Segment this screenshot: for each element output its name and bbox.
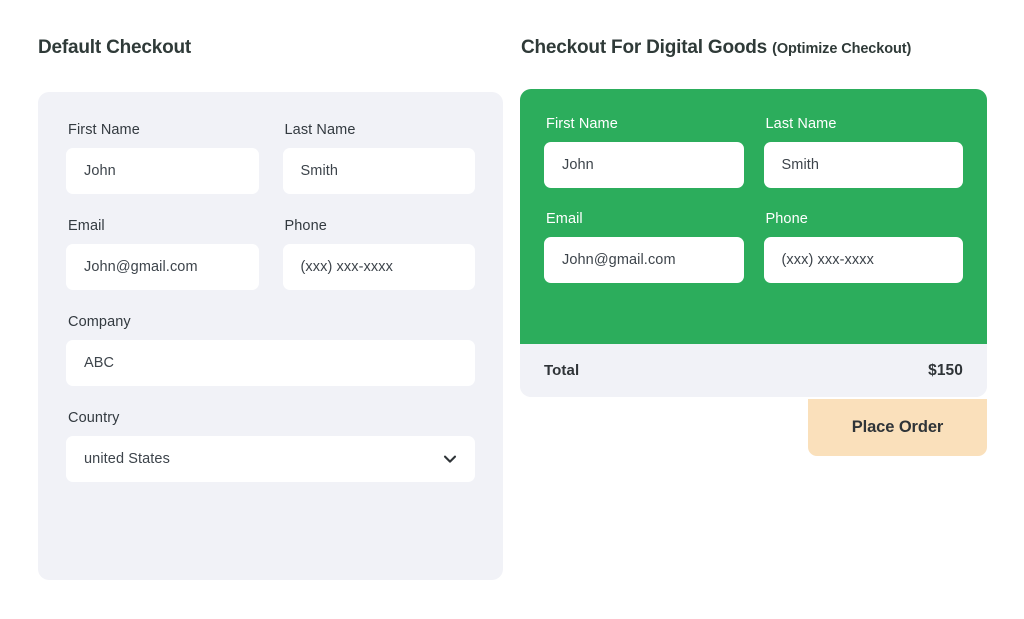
last-name-field-group: Last Name Smith: [283, 122, 476, 194]
phone-label: Phone: [285, 218, 476, 234]
last-name-label: Last Name: [285, 122, 476, 138]
opt-phone-label: Phone: [766, 211, 964, 227]
opt-phone-value: (xxx) xxx-xxxx: [782, 252, 874, 268]
order-total-label: Total: [544, 362, 579, 379]
contact-field-row: Email John@gmail.com Phone (xxx) xxx-xxx…: [66, 218, 475, 290]
country-value: united States: [84, 451, 170, 467]
opt-last-name-input[interactable]: Smith: [764, 142, 964, 188]
company-field-group: Company ABC: [66, 314, 475, 386]
opt-email-input[interactable]: John@gmail.com: [544, 237, 744, 283]
order-total-value: $150: [928, 362, 963, 380]
last-name-input[interactable]: Smith: [283, 148, 476, 194]
optimized-checkout-heading-suffix: (Optimize Checkout): [772, 41, 911, 57]
place-order-button[interactable]: Place Order: [808, 399, 987, 456]
country-select[interactable]: united States: [66, 436, 475, 482]
opt-last-name-label: Last Name: [766, 116, 964, 132]
email-field-group: Email John@gmail.com: [66, 218, 259, 290]
default-checkout-card: First Name John Last Name Smith Email: [38, 92, 503, 580]
opt-phone-field-group: Phone (xxx) xxx-xxxx: [764, 211, 964, 283]
optimized-checkout-heading: Checkout For Digital Goods (Optimize Che…: [521, 37, 911, 59]
company-label: Company: [68, 314, 475, 330]
country-field-group: Country united States: [66, 410, 475, 482]
opt-email-value: John@gmail.com: [562, 252, 676, 268]
opt-email-field-group: Email John@gmail.com: [544, 211, 744, 283]
opt-last-name-value: Smith: [782, 157, 820, 173]
country-label: Country: [68, 410, 475, 426]
phone-field-group: Phone (xxx) xxx-xxxx: [283, 218, 476, 290]
company-field-row: Company ABC: [66, 314, 475, 386]
name-field-row: First Name John Last Name Smith: [66, 122, 475, 194]
opt-first-name-label: First Name: [546, 116, 744, 132]
order-total-row: Total $150: [520, 344, 987, 397]
phone-value: (xxx) xxx-xxxx: [301, 259, 393, 275]
company-input[interactable]: ABC: [66, 340, 475, 386]
opt-first-name-field-group: First Name John: [544, 116, 744, 188]
first-name-input[interactable]: John: [66, 148, 259, 194]
optimized-checkout-card: First Name John Last Name Smith Email: [520, 89, 987, 397]
email-value: John@gmail.com: [84, 259, 198, 275]
optimized-checkout-heading-text: Checkout For Digital Goods: [521, 37, 767, 58]
default-checkout-form: First Name John Last Name Smith Email: [38, 92, 503, 580]
chevron-down-icon: [442, 451, 458, 467]
default-checkout-heading: Default Checkout: [38, 37, 191, 59]
opt-contact-field-row: Email John@gmail.com Phone (xxx) xxx-xxx…: [544, 211, 963, 283]
last-name-value: Smith: [301, 163, 339, 179]
first-name-value: John: [84, 163, 116, 179]
opt-first-name-input[interactable]: John: [544, 142, 744, 188]
email-input[interactable]: John@gmail.com: [66, 244, 259, 290]
email-label: Email: [68, 218, 259, 234]
phone-input[interactable]: (xxx) xxx-xxxx: [283, 244, 476, 290]
first-name-field-group: First Name John: [66, 122, 259, 194]
opt-email-label: Email: [546, 211, 744, 227]
country-field-row: Country united States: [66, 410, 475, 482]
comparison-stage: Default Checkout Checkout For Digital Go…: [0, 0, 1024, 619]
first-name-label: First Name: [68, 122, 259, 138]
default-checkout-heading-text: Default Checkout: [38, 37, 191, 58]
company-value: ABC: [84, 355, 114, 371]
opt-name-field-row: First Name John Last Name Smith: [544, 116, 963, 188]
opt-last-name-field-group: Last Name Smith: [764, 116, 964, 188]
opt-phone-input[interactable]: (xxx) xxx-xxxx: [764, 237, 964, 283]
opt-first-name-value: John: [562, 157, 594, 173]
